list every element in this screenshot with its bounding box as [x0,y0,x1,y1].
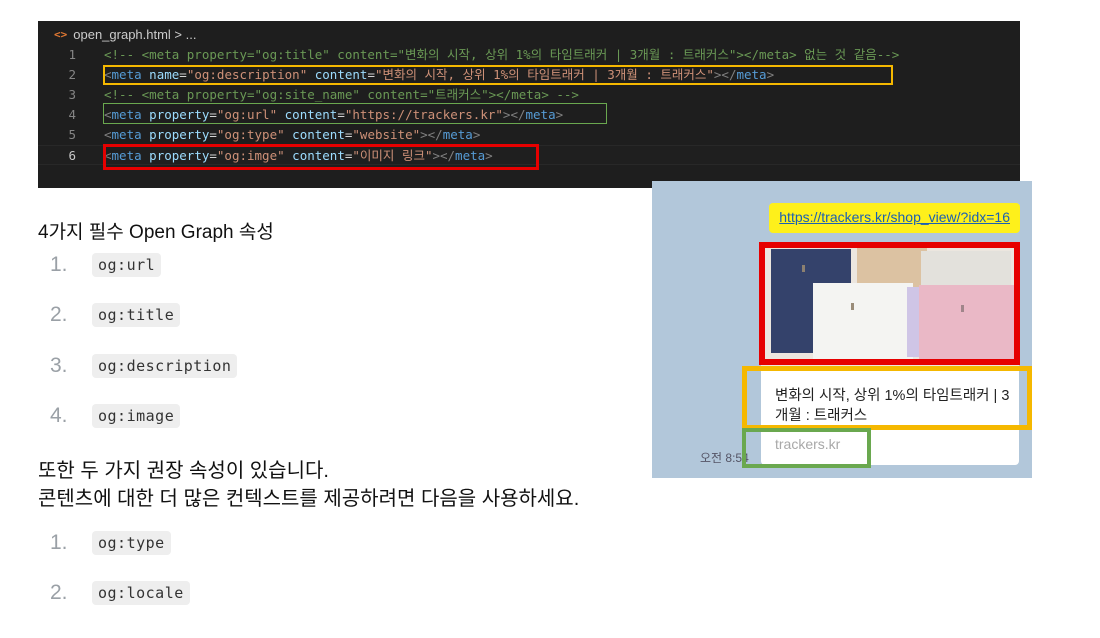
code-token: "https://trackers.kr" [344,107,503,122]
code-token: = [209,148,217,163]
code-token: meta [111,127,142,142]
code-token: < [104,127,112,142]
breadcrumb-path[interactable]: open_graph.html > ... [73,27,196,42]
list-number: 3. [50,354,68,377]
line-number: 3 [68,87,76,102]
code-line[interactable]: 2 <meta name="og:description" content="변화… [38,65,1020,85]
shared-link[interactable]: https://trackers.kr/shop_view/?idx=16 [779,209,1010,225]
list-number: 4. [50,404,68,427]
code-token: content [307,67,368,82]
required-heading: 4가지 필수 Open Graph 속성 [38,222,274,243]
code-text[interactable]: <!-- <meta property="og:site_name" conte… [104,85,579,105]
code-token: content [277,107,338,122]
preview-description: 변화의 시작, 상위 1%의 타임트래커 | 3개월 : 트래커스 [775,388,1010,424]
code-editor: <> open_graph.html > ... 1 <!-- <meta pro… [38,21,1020,188]
notebooks-image [761,243,1019,367]
code-token: meta [736,67,767,82]
line-number: 5 [68,127,76,142]
code-token: content [284,148,345,163]
code-token: meta [111,148,142,163]
list-item: 1. og:url [50,252,162,278]
code-token: < [104,67,112,82]
code-line[interactable]: 5 <meta property="og:type" content="websi… [38,125,1020,145]
code-line[interactable]: 6 <meta property="og:imge" content="이미지 링… [38,145,1020,165]
recommended-intro: 또한 두 가지 권장 속성이 있습니다. [38,460,329,482]
code-token: = [337,107,345,122]
code-token: = [209,127,217,142]
code-token: meta [442,127,473,142]
line-number: 4 [68,107,76,122]
code-token: ></ [420,127,443,142]
code-token: meta [455,148,486,163]
code-token: "website" [352,127,421,142]
code-chip-og-description: og:description [92,354,238,378]
list-number: 1. [50,531,68,554]
code-chip-og-image: og:image [92,404,181,428]
code-token: < [104,148,112,163]
code-token: > [485,148,493,163]
code-token: "og:description" [186,67,308,82]
list-item: 2. og:title [50,302,181,328]
code-token: <!-- <meta property="og:site_name" conte… [104,87,579,102]
code-token: "이미지 링크" [352,148,433,163]
breadcrumb[interactable]: <> open_graph.html > ... [54,26,196,42]
code-token: "변화의 시작, 상위 1%의 타임트래커 | 3개월 : 트래커스" [374,67,714,82]
code-line[interactable]: 3 <!-- <meta property="og:site_name" cont… [38,85,1020,105]
code-token: property [141,127,210,142]
code-token: > [766,67,775,82]
code-token: = [209,107,217,122]
code-token: <!-- <meta property="og:title" content="… [104,47,900,62]
code-token: "og:imge" [216,148,285,163]
code-chip-og-type: og:type [92,531,171,555]
code-token: "og:url" [216,107,278,122]
code-token: > [555,107,564,122]
list-item: 3. og:description [50,353,238,379]
list-item: 4. og:image [50,403,181,429]
list-number: 1. [50,253,68,276]
code-token: meta [525,107,556,122]
code-token: name [141,67,180,82]
code-text[interactable]: <meta property="og:url" content="https:/… [104,105,563,125]
code-text[interactable]: <meta property="og:imge" content="이미지 링크… [104,146,493,166]
code-chip-og-url: og:url [92,253,162,277]
code-token: ></ [432,148,456,163]
list-item: 1. og:type [50,530,171,556]
list-number: 2. [50,581,68,604]
code-token: meta [111,107,142,122]
code-token: ></ [713,67,737,82]
code-chip-og-title: og:title [92,303,181,327]
code-line[interactable]: 4 <meta property="og:url" content="https:… [38,105,1020,125]
list-number: 2. [50,303,68,326]
preview-domain: trackers.kr [775,436,841,452]
code-token: content [284,127,345,142]
card-divider [761,429,1019,430]
chat-preview: https://trackers.kr/shop_view/?idx=16 변화… [652,181,1032,478]
line-number: 6 [68,148,76,163]
preview-thumbnail [761,243,1019,367]
code-token: ></ [502,107,526,122]
code-text[interactable]: <meta name="og:description" content="변화의… [104,65,774,85]
code-token: < [104,107,112,122]
message-timestamp: 오전 8:54 [700,451,749,465]
line-number: 2 [68,67,76,82]
code-token: meta [111,67,142,82]
code-line[interactable]: 1 <!-- <meta property="og:title" content=… [38,45,1020,65]
link-message-bubble[interactable]: https://trackers.kr/shop_view/?idx=16 [769,203,1020,233]
code-token: = [367,67,375,82]
code-chip-og-locale: og:locale [92,581,190,605]
code-text[interactable]: <meta property="og:type" content="websit… [104,125,480,145]
list-item: 2. og:locale [50,580,190,606]
code-text[interactable]: <!-- <meta property="og:title" content="… [104,45,899,65]
code-token: > [472,127,481,142]
code-token: "og:type" [216,127,285,142]
code-token: = [179,67,187,82]
html-file-icon: <> [54,27,68,41]
code-token: property [141,148,210,163]
code-token: property [141,107,210,122]
recommended-description: 콘텐츠에 대한 더 많은 컨텍스트를 제공하려면 다음을 사용하세요. [38,488,580,510]
line-number: 1 [68,47,76,62]
link-preview-card[interactable]: 변화의 시작, 상위 1%의 타임트래커 | 3개월 : 트래커스 tracke… [761,243,1019,465]
